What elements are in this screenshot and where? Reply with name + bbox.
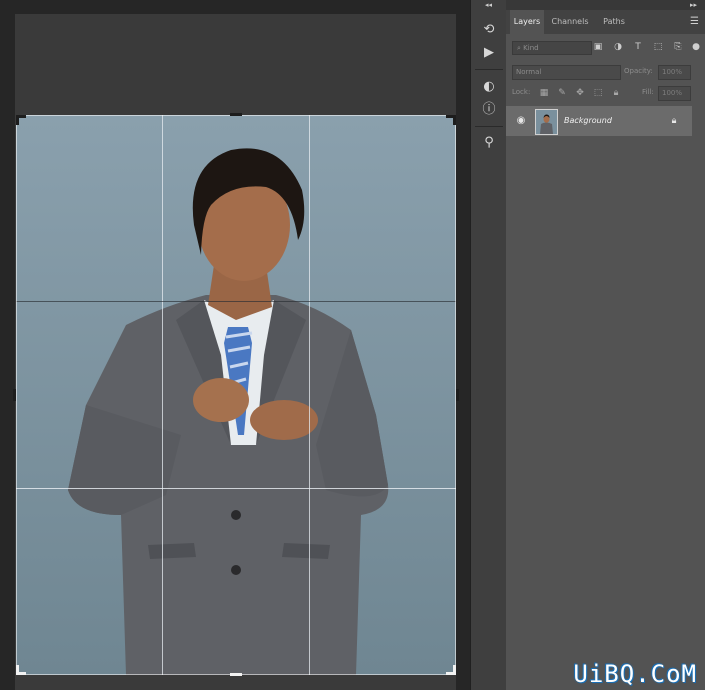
fill-field[interactable]: 100% <box>658 86 691 101</box>
divider <box>475 126 503 127</box>
lock-all-icon[interactable]: 🔒︎ <box>610 87 622 99</box>
lock-transparent-icon[interactable]: ▦ <box>538 87 550 99</box>
lock-image-icon[interactable]: ✎ <box>556 87 568 99</box>
crop-handle-bottom-left[interactable] <box>16 665 19 675</box>
lock-position-icon[interactable]: ✥ <box>574 87 586 99</box>
panel-topbar: ▸▸ <box>506 0 705 10</box>
blend-mode-select[interactable]: Normal <box>512 65 621 80</box>
collapse-arrows-icon[interactable]: ◂◂ <box>485 0 492 10</box>
layer-thumbnail <box>535 109 558 135</box>
filter-kind-select[interactable]: ⌕ Kind <box>512 41 592 55</box>
blend-row: Normal Opacity: 100% <box>506 61 705 81</box>
panel-dock-strip: ◂◂ ⟲ ▶ ◐ ⓘ ⚲ <box>470 0 507 690</box>
tab-layers[interactable]: Layers <box>510 10 544 34</box>
crop-handle-top-left[interactable] <box>16 115 19 125</box>
tab-paths[interactable]: Paths <box>596 10 632 34</box>
shape-filter-icon[interactable]: ⬚ <box>652 41 664 53</box>
opacity-field[interactable]: 100% <box>658 65 691 80</box>
crop-handle-bottom-right[interactable] <box>453 665 456 675</box>
divider <box>475 69 503 70</box>
crop-handle-right[interactable] <box>456 389 459 401</box>
layers-panel: ▸▸ Layers Channels Paths ☰ ⌕ Kind ▣ ◑ T … <box>506 0 705 690</box>
portrait-photo <box>16 115 456 675</box>
filter-toggle-icon[interactable]: ● <box>692 41 700 53</box>
crop-handle-bottom[interactable] <box>230 673 242 676</box>
play-actions-icon[interactable]: ▶ <box>479 43 499 63</box>
lock-artboard-icon[interactable]: ⬚ <box>592 87 604 99</box>
lock-row: Lock: ▦ ✎ ✥ ⬚ 🔒︎ Fill: 100% <box>506 84 705 102</box>
color-icon[interactable]: ◐ <box>479 77 499 97</box>
type-filter-icon[interactable]: T <box>632 41 644 53</box>
filter-kind-label: Kind <box>523 44 539 52</box>
crop-handle-top-right[interactable] <box>453 115 456 125</box>
crop-handle-left[interactable] <box>13 389 16 401</box>
layer-filter-row: ⌕ Kind ▣ ◑ T ⬚ ⎘ ● <box>506 36 705 58</box>
tab-channels[interactable]: Channels <box>548 10 592 34</box>
crop-handle-top[interactable] <box>230 113 242 116</box>
layer-name[interactable]: Background <box>564 106 612 136</box>
opacity-label: Opacity: <box>624 67 653 75</box>
history-icon[interactable]: ⟲ <box>479 20 499 40</box>
canvas-area[interactable] <box>0 0 470 690</box>
layer-row-background[interactable]: ◉ Background 🔒︎ <box>506 106 692 136</box>
watermark: UiBQ.CoM <box>573 660 697 688</box>
panel-tabs: Layers Channels Paths ☰ <box>506 10 705 34</box>
panel-menu-icon[interactable]: ☰ <box>690 14 699 30</box>
smart-object-filter-icon[interactable]: ⎘ <box>672 41 684 53</box>
clone-source-icon[interactable]: ⚲ <box>479 133 499 153</box>
adjustment-filter-icon[interactable]: ◑ <box>612 41 624 53</box>
fill-label: Fill: <box>642 88 654 96</box>
info-icon[interactable]: ⓘ <box>479 100 499 120</box>
lock-icon: 🔒︎ <box>671 116 677 126</box>
pixel-filter-icon[interactable]: ▣ <box>592 41 604 53</box>
expand-arrows-icon[interactable]: ▸▸ <box>690 0 697 10</box>
eye-visibility-icon[interactable]: ◉ <box>514 115 528 127</box>
lock-label: Lock: <box>512 88 531 96</box>
document-image[interactable] <box>16 115 456 675</box>
